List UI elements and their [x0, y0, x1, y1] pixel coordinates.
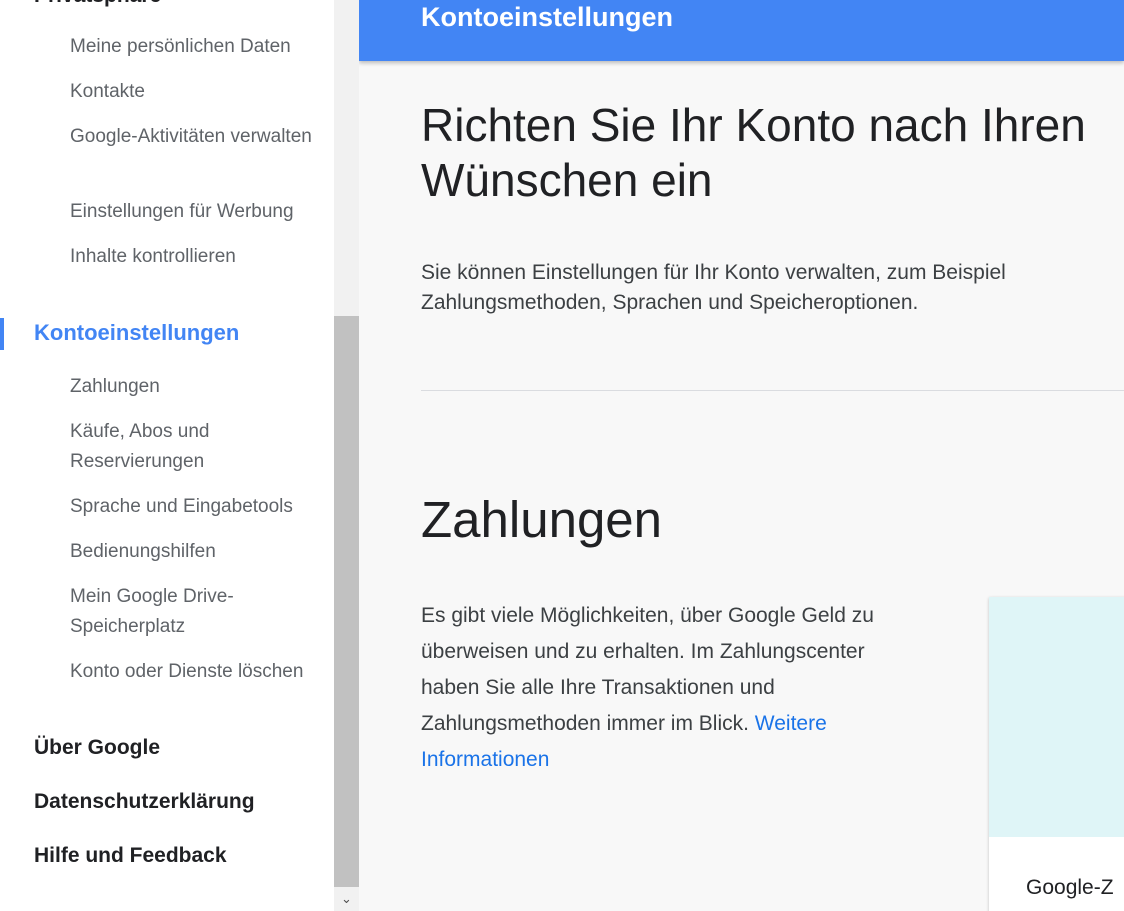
scroll-down-icon[interactable]: ⌄: [334, 887, 359, 911]
page-title: Richten Sie Ihr Konto nach Ihren Wünsche…: [421, 99, 1086, 206]
page-description: Sie können Einstellungen für Ihr Konto v…: [421, 261, 1006, 314]
main-content: Kontoeinstellungen Richten Sie Ihr Konto…: [359, 0, 1124, 911]
sidebar-item-google-activity[interactable]: Google-Aktivitäten verwalten: [70, 122, 332, 152]
payments-card-label: Google-Z: [1026, 876, 1114, 899]
sidebar-item-personal-data[interactable]: Meine persönlichen Daten: [70, 32, 332, 62]
sidebar-item-drive-storage[interactable]: Mein Google Drive-Speicherplatz: [70, 582, 332, 642]
section-description-payments: Es gibt viele Möglichkeiten, über Google…: [421, 598, 921, 778]
active-indicator: [0, 318, 4, 350]
sidebar-item-purchases[interactable]: Käufe, Abos und Reservierungen: [70, 417, 332, 477]
sidebar-item-contacts[interactable]: Kontakte: [70, 77, 332, 107]
payments-card[interactable]: Google-Z: [989, 597, 1124, 911]
sidebar-scrollbar-thumb[interactable]: [334, 316, 359, 887]
section-divider: [421, 390, 1124, 391]
sidebar-link-privacy-policy[interactable]: Datenschutzerklärung: [34, 790, 255, 814]
payments-card-image: [989, 597, 1124, 837]
sidebar-item-payments[interactable]: Zahlungen: [70, 372, 332, 402]
sidebar-item-language-input[interactable]: Sprache und Eingabetools: [70, 492, 332, 522]
sidebar-item-ad-settings[interactable]: Einstellungen für Werbung: [70, 197, 332, 227]
sidebar-nav: Privatsphäre Meine persönlichen Daten Ko…: [0, 0, 334, 911]
sidebar-heading-account-settings[interactable]: Kontoeinstellungen: [34, 320, 239, 346]
sidebar-heading-privacy[interactable]: Privatsphäre: [34, 0, 161, 8]
sidebar-link-about-google[interactable]: Über Google: [34, 736, 160, 760]
header-title: Kontoeinstellungen: [421, 2, 673, 32]
section-title-payments: Zahlungen: [421, 491, 663, 548]
sidebar-item-accessibility[interactable]: Bedienungshilfen: [70, 537, 332, 567]
sidebar-item-content-control[interactable]: Inhalte kontrollieren: [70, 242, 332, 272]
sidebar-link-help-feedback[interactable]: Hilfe und Feedback: [34, 844, 227, 868]
sidebar-item-delete-account[interactable]: Konto oder Dienste löschen: [70, 657, 332, 687]
header-bar: Kontoeinstellungen: [359, 0, 1124, 61]
